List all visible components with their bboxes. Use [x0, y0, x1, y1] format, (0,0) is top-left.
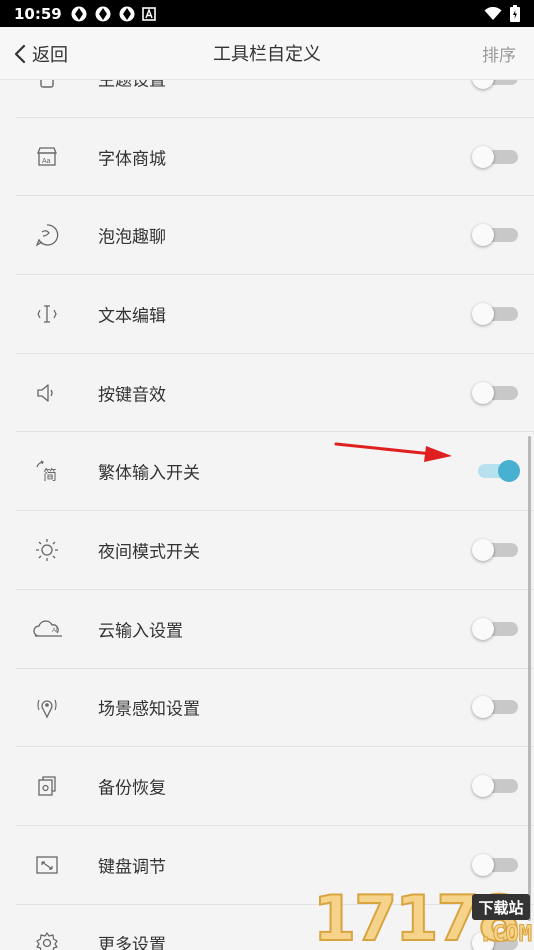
toggle-switch[interactable]	[472, 538, 520, 561]
status-system-icons	[484, 5, 520, 22]
text-cursor-icon	[34, 301, 60, 327]
status-time: 10:59	[14, 4, 62, 23]
cloud-icon: All	[32, 616, 64, 642]
watermark-suffix: .COM	[479, 922, 533, 948]
list-item-label: 按键音效	[98, 385, 166, 406]
sun-icon	[34, 537, 60, 563]
backup-icon	[34, 773, 60, 799]
back-label: 返回	[32, 44, 68, 66]
list-item-label: 泡泡趣聊	[98, 227, 166, 248]
list-item: 泡泡趣聊	[16, 196, 534, 276]
list-item-label: 键盘调节	[98, 857, 166, 878]
a-icon	[141, 6, 156, 21]
svg-text:Aa: Aa	[42, 158, 51, 165]
location-signal-icon	[34, 694, 60, 720]
list-item-label: 文本编辑	[98, 306, 166, 327]
bubble-chat-icon	[34, 222, 60, 248]
gear-icon	[34, 930, 60, 950]
svg-text:All: All	[52, 628, 59, 634]
page-title: 工具栏自定义	[213, 44, 321, 65]
list-item-label: 繁体输入开关	[98, 463, 200, 484]
toggle-switch[interactable]	[472, 302, 520, 325]
svg-text:简: 简	[43, 467, 57, 484]
app-icon	[119, 6, 135, 21]
toggle-switch[interactable]	[472, 381, 520, 404]
list-item: 备份恢复	[16, 747, 534, 826]
chevron-left-icon	[14, 44, 26, 63]
font-store-icon: Aa	[34, 144, 60, 170]
traditional-chinese-icon: 简	[34, 458, 60, 484]
toggle-switch[interactable]	[472, 145, 520, 168]
toggle-switch[interactable]	[472, 224, 520, 247]
sort-button[interactable]: 排序	[482, 27, 516, 80]
battery-icon	[510, 5, 520, 22]
list-item: All 云输入设置	[16, 590, 534, 669]
app-icon	[71, 6, 87, 21]
annotation-arrow	[334, 442, 452, 462]
list-item: Aa 字体商城	[16, 118, 534, 197]
wifi-icon	[484, 6, 502, 20]
list-item-label: 场景感知设置	[98, 699, 200, 720]
list-item-label: 备份恢复	[98, 778, 166, 799]
status-notification-icons	[70, 5, 156, 23]
status-bar: 10:59	[0, 0, 534, 27]
toolbar-item-list: 主题设置 Aa 字体商城 泡泡趣聊 文本编辑 按键音效 简 繁体输入开关 夜间模…	[0, 39, 534, 950]
toggle-switch[interactable]	[472, 696, 520, 719]
list-item: 按键音效	[16, 354, 534, 433]
back-button[interactable]: 返回	[14, 27, 68, 80]
watermark-badge: 下载站	[472, 894, 530, 920]
list-item-label: 云输入设置	[98, 621, 183, 642]
list-item: 文本编辑	[16, 275, 534, 354]
toggle-switch[interactable]	[472, 460, 520, 483]
list-item-label: 更多设置	[98, 935, 166, 950]
list-item-label: 夜间模式开关	[98, 542, 200, 563]
toggle-switch[interactable]	[472, 775, 520, 798]
keyboard-resize-icon	[34, 852, 60, 878]
toggle-switch[interactable]	[472, 853, 520, 876]
watermark-logo: 17178 下载站 .COM	[305, 880, 534, 950]
toggle-switch[interactable]	[472, 617, 520, 640]
app-icon	[95, 6, 111, 21]
speaker-icon	[34, 380, 60, 406]
scrollbar[interactable]	[528, 436, 531, 921]
top-bar: 返回 工具栏自定义 排序	[0, 27, 534, 80]
list-item: 夜间模式开关	[16, 511, 534, 590]
list-item: 场景感知设置	[16, 669, 534, 748]
list-item-label: 字体商城	[98, 149, 166, 170]
